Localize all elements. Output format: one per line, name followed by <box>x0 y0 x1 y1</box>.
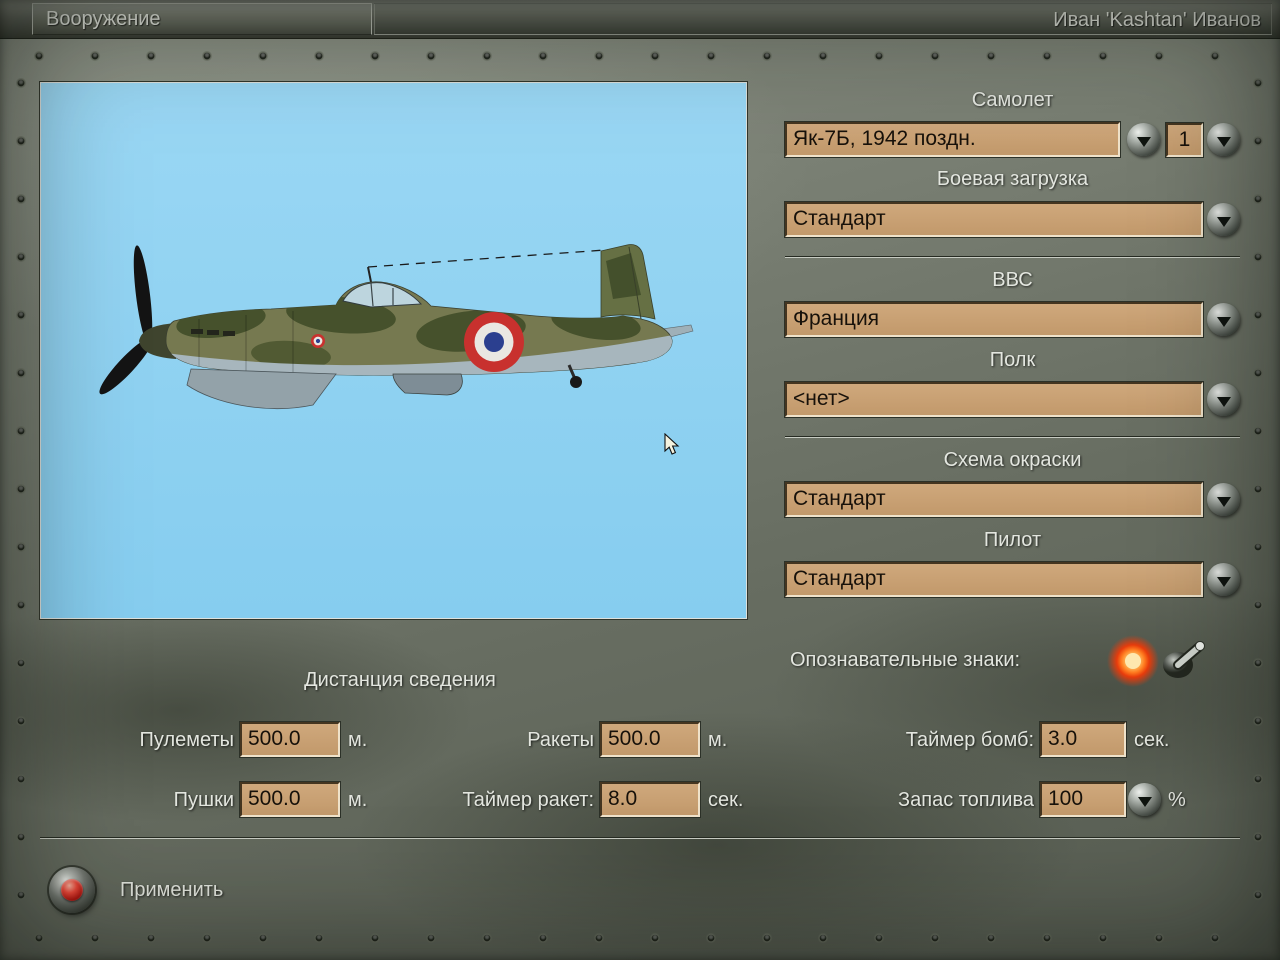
label-rocket-timer: Таймер ракет: <box>394 789 594 811</box>
label-machineguns: Пулеметы <box>34 729 234 751</box>
bomb-timer-unit: сек. <box>1134 729 1169 751</box>
triangle-down-icon <box>1217 137 1231 147</box>
tab-armament-label: Вооружение <box>46 8 161 30</box>
label-bomb-timer: Таймер бомб: <box>834 729 1034 751</box>
french-roundel <box>464 312 524 372</box>
small-roundel <box>311 334 325 348</box>
apply-label[interactable]: Применить <box>120 879 223 901</box>
rivet-column-right <box>1253 78 1264 928</box>
regiment-arrow-button[interactable] <box>1207 383 1240 416</box>
lamp-icon <box>1107 635 1159 687</box>
loadout-arrow-button[interactable] <box>1207 203 1240 236</box>
label-markings: Опознавательные знаки: <box>790 649 1020 671</box>
airforce-select[interactable]: Франция <box>785 302 1203 337</box>
aircraft-preview-panel <box>40 82 747 619</box>
machineguns-unit: м. <box>348 729 367 751</box>
rivet-column-left <box>16 78 27 928</box>
label-loadout: Боевая загрузка <box>785 168 1240 190</box>
label-pilot: Пилот <box>785 529 1240 551</box>
markings-toggle[interactable] <box>1095 634 1210 690</box>
bomb-timer-field[interactable]: 3.0 <box>1040 722 1126 757</box>
cannons-field[interactable]: 500.0 <box>240 782 340 817</box>
rockets-unit: м. <box>708 729 727 751</box>
rivet-row-top <box>34 51 1246 62</box>
label-airforce: ВВС <box>785 269 1240 291</box>
triangle-down-icon <box>1217 497 1231 507</box>
cannons-unit: м. <box>348 789 367 811</box>
pilot-select[interactable]: Стандарт <box>785 562 1203 597</box>
airforce-arrow-button[interactable] <box>1207 303 1240 336</box>
top-bar-right-section: Иван 'Kashtan' Иванов <box>374 3 1272 35</box>
armament-screen: Вооружение Иван 'Kashtan' Иванов <box>0 0 1280 960</box>
fuel-arrow-button[interactable] <box>1128 783 1161 816</box>
triangle-down-icon <box>1217 317 1231 327</box>
fuel-unit: % <box>1168 789 1186 811</box>
rocket-timer-unit: сек. <box>708 789 743 811</box>
separator <box>40 838 1240 839</box>
label-cannons: Пушки <box>34 789 234 811</box>
machineguns-field[interactable]: 500.0 <box>240 722 340 757</box>
top-bar: Вооружение Иван 'Kashtan' Иванов <box>0 0 1280 39</box>
triangle-down-icon <box>1217 577 1231 587</box>
aircraft-select[interactable]: Як-7Б, 1942 поздн. <box>785 122 1120 157</box>
aircraft-count-field[interactable]: 1 <box>1166 123 1203 157</box>
rocket-timer-field[interactable]: 8.0 <box>600 782 700 817</box>
triangle-down-icon <box>1217 397 1231 407</box>
apply-button[interactable] <box>49 867 95 913</box>
paint-scheme-select[interactable]: Стандарт <box>785 482 1203 517</box>
lever-icon <box>1163 642 1205 679</box>
fuel-field[interactable]: 100 <box>1040 782 1126 817</box>
tab-armament[interactable]: Вооружение <box>32 3 372 35</box>
label-regiment: Полк <box>785 349 1240 371</box>
triangle-down-icon <box>1137 137 1151 147</box>
rivet-row-bottom <box>34 933 1246 944</box>
separator <box>785 437 1240 438</box>
pilot-arrow-button[interactable] <box>1207 563 1240 596</box>
label-aircraft: Самолет <box>785 89 1240 111</box>
player-name: Иван 'Kashtan' Иванов <box>1053 7 1261 33</box>
loadout-select[interactable]: Стандарт <box>785 202 1203 237</box>
aircraft-side-view <box>41 83 746 618</box>
rockets-field[interactable]: 500.0 <box>600 722 700 757</box>
mouse-cursor-icon <box>664 433 682 457</box>
paint-scheme-arrow-button[interactable] <box>1207 483 1240 516</box>
aircraft-variant-arrow-button[interactable] <box>1127 123 1160 156</box>
convergence-title: Дистанция сведения <box>200 669 600 691</box>
regiment-select[interactable]: <нет> <box>785 382 1203 417</box>
label-paint-scheme: Схема окраски <box>785 449 1240 471</box>
triangle-down-icon <box>1217 217 1231 227</box>
label-rockets: Ракеты <box>394 729 594 751</box>
label-fuel: Запас топлива <box>834 789 1034 811</box>
aircraft-count-arrow-button[interactable] <box>1207 123 1240 156</box>
separator <box>785 257 1240 258</box>
triangle-down-icon <box>1138 797 1152 807</box>
